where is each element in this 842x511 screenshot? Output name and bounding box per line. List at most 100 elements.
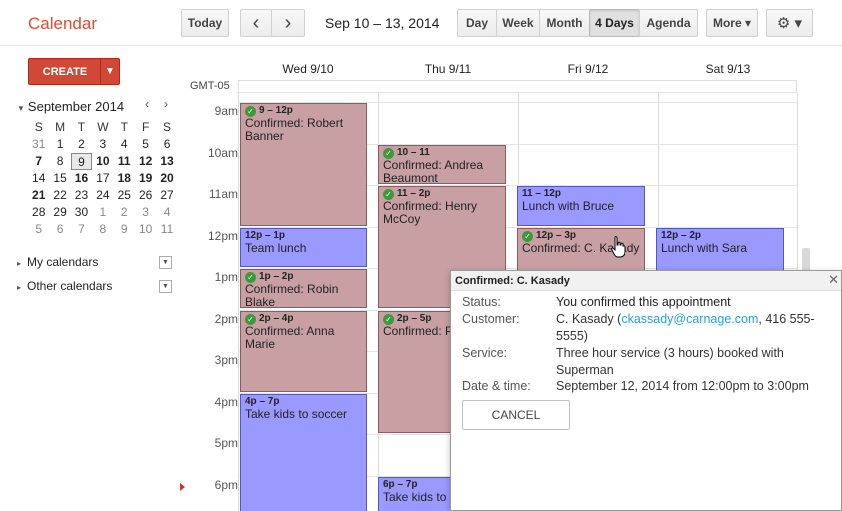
mini-day[interactable]: 25: [114, 187, 135, 204]
collapse-triangle-icon: ▼: [17, 104, 25, 113]
mini-day[interactable]: 7: [28, 153, 49, 170]
service-value: Three hour service (3 hours) booked with…: [556, 346, 784, 377]
mini-day[interactable]: 12: [135, 153, 156, 170]
mini-day[interactable]: 5: [28, 221, 49, 238]
expand-triangle-icon: ▸: [17, 283, 22, 292]
mini-week-row: 5 6 7 8 9 10 11: [28, 221, 178, 238]
mini-day[interactable]: 28: [28, 204, 49, 221]
mini-day[interactable]: 8: [92, 221, 113, 238]
mini-day[interactable]: 30: [71, 204, 92, 221]
weekday-label: W: [97, 120, 109, 134]
other-calendars-label: Other calendars: [27, 279, 113, 293]
datetime-value: September 12, 2014 from 12:00pm to 3:00p…: [556, 379, 809, 393]
settings-button[interactable]: ⚙ ▾: [766, 9, 813, 37]
create-label[interactable]: CREATE: [29, 59, 101, 84]
event-robert-banner[interactable]: ✓ 9 – 12p Confirmed: Robert Banner: [240, 103, 367, 226]
view-4days-button[interactable]: 4 Days: [589, 9, 640, 37]
mini-day[interactable]: 11: [156, 221, 177, 238]
view-week-button[interactable]: Week: [496, 9, 540, 37]
event-lunch-bruce[interactable]: 11 – 12p Lunch with Bruce: [517, 186, 645, 226]
mini-calendar-title[interactable]: ▼ September 2014: [17, 99, 124, 114]
event-title: Team lunch: [245, 241, 307, 255]
mini-day[interactable]: 27: [156, 187, 177, 204]
mini-day[interactable]: 6: [49, 221, 70, 238]
today-button[interactable]: Today: [181, 9, 229, 37]
mini-day[interactable]: 16: [71, 170, 92, 187]
mini-day[interactable]: 7: [71, 221, 92, 238]
mini-day[interactable]: 20: [156, 170, 177, 187]
mini-day[interactable]: 23: [71, 187, 92, 204]
calendar-app: Calendar Today ‹ › Sep 10 – 13, 2014 Day…: [0, 0, 842, 511]
mini-day[interactable]: 4: [156, 204, 177, 221]
next-period-button[interactable]: ›: [271, 9, 305, 37]
day-header[interactable]: Fri 9/12: [518, 62, 658, 76]
my-calendars-menu-button[interactable]: ▼: [159, 256, 172, 269]
popup-title: Confirmed: C. Kasady: [451, 271, 841, 291]
event-time-text: 10 – 11: [397, 147, 430, 158]
mini-day[interactable]: 29: [49, 204, 70, 221]
close-icon[interactable]: ✕: [828, 272, 839, 288]
mini-day[interactable]: 2: [71, 136, 92, 153]
hour-label: 10am: [207, 146, 238, 160]
mini-day[interactable]: 19: [135, 170, 156, 187]
all-day-row[interactable]: [238, 80, 797, 93]
event-team-lunch[interactable]: 12p – 1p Team lunch: [240, 228, 367, 267]
mini-day[interactable]: 13: [156, 153, 177, 170]
other-calendars-menu-button[interactable]: ▼: [159, 280, 172, 293]
hour-label: 1pm: [214, 270, 238, 284]
create-button[interactable]: CREATE ▼: [28, 58, 120, 85]
mini-day[interactable]: 8: [49, 153, 70, 170]
mini-next-button[interactable]: ›: [164, 97, 168, 111]
mini-prev-button[interactable]: ‹: [145, 97, 149, 111]
mini-day-today[interactable]: 9: [70, 153, 93, 170]
mini-day[interactable]: 26: [135, 187, 156, 204]
hour-label: 5pm: [214, 436, 238, 450]
event-soccer-wed[interactable]: 4p – 7p Take kids to soccer: [240, 394, 367, 511]
mini-day[interactable]: 14: [28, 170, 49, 187]
other-calendars-toggle[interactable]: ▸ Other calendars: [17, 279, 112, 293]
mini-day[interactable]: 1: [49, 136, 70, 153]
mini-day[interactable]: 22: [49, 187, 70, 204]
my-calendars-toggle[interactable]: ▸ My calendars: [17, 255, 98, 269]
create-dropdown-icon[interactable]: ▼: [100, 59, 119, 84]
mini-day[interactable]: 10: [135, 221, 156, 238]
mini-week-row: 28 29 30 1 2 3 4: [28, 204, 178, 221]
day-header[interactable]: Sat 9/13: [658, 62, 798, 76]
mini-weekday-header: S M T W T F S: [28, 119, 178, 136]
mini-day[interactable]: 3: [92, 136, 113, 153]
event-andrea-beaumont[interactable]: ✓ 10 – 11 Confirmed: Andrea Beaumont: [378, 145, 506, 184]
timezone-label: GMT-05: [190, 80, 230, 92]
view-day-button[interactable]: Day: [457, 9, 497, 37]
customer-email-link[interactable]: ckassady@carnage.com: [621, 312, 758, 326]
event-anna-marie[interactable]: ✓ 2p – 4p Confirmed: Anna Marie: [240, 311, 367, 392]
view-month-button[interactable]: Month: [539, 9, 590, 37]
day-header[interactable]: Thu 9/11: [378, 62, 518, 76]
mini-day[interactable]: 17: [92, 170, 113, 187]
mini-day[interactable]: 24: [92, 187, 113, 204]
grid-scrollbar[interactable]: [802, 248, 810, 272]
mini-day[interactable]: 5: [135, 136, 156, 153]
mini-day[interactable]: 11: [114, 153, 135, 170]
mini-day[interactable]: 31: [28, 136, 49, 153]
event-robin-blake[interactable]: ✓ 1p – 2p Confirmed: Robin Blake: [240, 269, 367, 308]
mini-day[interactable]: 3: [135, 204, 156, 221]
mini-day[interactable]: 21: [28, 187, 49, 204]
mini-day[interactable]: 18: [114, 170, 135, 187]
weekday-label: T: [120, 120, 128, 134]
cancel-appointment-button[interactable]: CANCEL: [462, 400, 570, 430]
event-title: Confirmed: Robert Banner: [245, 116, 344, 143]
mini-day[interactable]: 10: [92, 153, 113, 170]
mini-day[interactable]: 2: [114, 204, 135, 221]
prev-period-button[interactable]: ‹: [240, 9, 272, 37]
more-button[interactable]: More ▾: [706, 9, 758, 37]
mini-day[interactable]: 15: [49, 170, 70, 187]
app-logo[interactable]: Calendar: [28, 14, 97, 34]
hour-label: 12pm: [207, 229, 238, 243]
mini-day[interactable]: 6: [156, 136, 177, 153]
mini-day[interactable]: 4: [114, 136, 135, 153]
date-range-label: Sep 10 – 13, 2014: [325, 15, 440, 31]
day-header[interactable]: Wed 9/10: [238, 62, 378, 76]
view-agenda-button[interactable]: Agenda: [639, 9, 698, 37]
mini-day[interactable]: 1: [92, 204, 113, 221]
mini-day[interactable]: 9: [114, 221, 135, 238]
